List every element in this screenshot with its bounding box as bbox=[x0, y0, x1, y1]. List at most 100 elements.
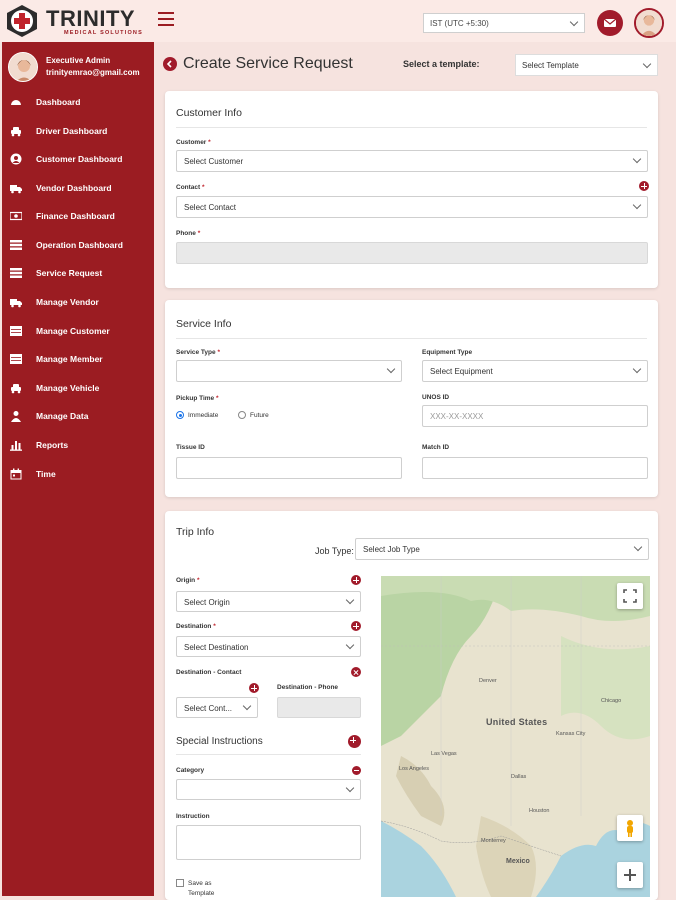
destination-contact-select[interactable]: Select Cont... bbox=[176, 697, 258, 718]
page-title: Create Service Request bbox=[183, 55, 353, 72]
sidebar-item-label: Reports bbox=[36, 440, 69, 450]
sidebar-item-time[interactable]: Time bbox=[10, 464, 152, 484]
job-type-select[interactable]: Select Job Type bbox=[355, 538, 649, 560]
equipment-type-label: Equipment Type bbox=[422, 349, 473, 356]
service-info-title: Service Info bbox=[176, 318, 232, 330]
back-arrow-icon[interactable] bbox=[163, 57, 177, 71]
tissue-id-input[interactable] bbox=[176, 457, 402, 479]
destination-select[interactable]: Select Destination bbox=[176, 636, 361, 657]
unos-id-input[interactable]: XXX-XX-XXXX bbox=[422, 405, 648, 427]
phone-field[interactable] bbox=[176, 242, 648, 264]
add-instruction-icon[interactable] bbox=[348, 735, 361, 748]
template-value: Select Template bbox=[522, 61, 579, 70]
match-id-input[interactable] bbox=[422, 457, 648, 479]
fullscreen-icon bbox=[623, 589, 637, 603]
map-city-label: Kansas City bbox=[556, 731, 586, 737]
avatar-image-icon bbox=[636, 10, 662, 36]
remove-destination-icon[interactable] bbox=[351, 667, 361, 677]
sidebar-item-driver-dashboard[interactable]: Driver Dashboard bbox=[10, 121, 152, 141]
origin-select[interactable]: Select Origin bbox=[176, 591, 361, 612]
service-info-card: Service Info Service Type * Equipment Ty… bbox=[165, 300, 658, 497]
sidebar-item-service-request[interactable]: Service Request bbox=[10, 263, 152, 283]
add-contact-icon[interactable] bbox=[639, 181, 649, 191]
add-destination-icon[interactable] bbox=[351, 621, 361, 631]
equipment-type-select[interactable]: Select Equipment bbox=[422, 360, 648, 382]
sidebar-item-manage-vehicle[interactable]: Manage Vehicle bbox=[10, 378, 152, 398]
timezone-value: IST (UTC +5:30) bbox=[430, 19, 489, 28]
origin-value: Select Origin bbox=[184, 598, 230, 607]
phone-label: Phone * bbox=[176, 230, 201, 237]
list-icon bbox=[10, 268, 22, 278]
pickup-future-label: Future bbox=[250, 412, 269, 419]
chevron-down-icon bbox=[387, 366, 395, 374]
sidebar-item-customer-dashboard[interactable]: Customer Dashboard bbox=[10, 149, 152, 169]
pickup-immediate-radio[interactable] bbox=[176, 411, 184, 419]
logo-text: TRINITY bbox=[46, 6, 136, 31]
user-icon bbox=[11, 411, 21, 422]
instruction-label: Instruction bbox=[176, 813, 210, 820]
sidebar-item-manage-customer[interactable]: Manage Customer bbox=[10, 321, 152, 341]
map-city-label: Chicago bbox=[601, 698, 622, 704]
map-country-label: United States bbox=[486, 717, 548, 727]
mail-button[interactable] bbox=[597, 10, 623, 36]
sidebar: Executive Admin trinityemrao@gmail.com D… bbox=[2, 42, 154, 896]
map-city-label: Houston bbox=[529, 808, 550, 814]
sidebar-item-label: Manage Vehicle bbox=[36, 383, 100, 393]
category-label: Category bbox=[176, 767, 205, 774]
pickup-future-radio[interactable] bbox=[238, 411, 246, 419]
chevron-down-icon bbox=[346, 597, 354, 605]
category-select[interactable] bbox=[176, 779, 361, 800]
customer-select[interactable]: Select Customer bbox=[176, 150, 648, 172]
sidebar-item-label: Driver Dashboard bbox=[36, 126, 108, 136]
timezone-select[interactable]: IST (UTC +5:30) bbox=[423, 13, 585, 33]
sidebar-item-label: Customer Dashboard bbox=[36, 154, 123, 164]
sidebar-profile[interactable]: Executive Admin trinityemrao@gmail.com bbox=[8, 52, 154, 88]
top-bar: TRINITY MEDICAL SOLUTIONS IST (UTC +5:30… bbox=[0, 0, 676, 42]
sidebar-item-reports[interactable]: Reports bbox=[10, 435, 152, 455]
truck-icon bbox=[10, 185, 22, 194]
pegman-button[interactable] bbox=[617, 815, 643, 841]
chevron-down-icon bbox=[633, 156, 641, 164]
zoom-in-button[interactable] bbox=[617, 862, 643, 888]
sidebar-item-label: Service Request bbox=[36, 268, 103, 278]
list-icon bbox=[10, 240, 22, 250]
sidebar-item-label: Operation Dashboard bbox=[36, 240, 123, 250]
add-destination-contact-icon[interactable] bbox=[249, 683, 259, 693]
sidebar-item-manage-vendor[interactable]: Manage Vendor bbox=[10, 292, 152, 312]
remove-instruction-icon[interactable] bbox=[352, 766, 361, 775]
instruction-textarea[interactable] bbox=[176, 825, 361, 860]
sidebar-item-vendor-dashboard[interactable]: Vendor Dashboard bbox=[10, 178, 152, 198]
map-terrain bbox=[381, 576, 650, 897]
sidebar-item-finance-dashboard[interactable]: Finance Dashboard bbox=[10, 206, 152, 226]
menu-toggle-icon[interactable] bbox=[158, 12, 174, 26]
sidebar-item-label: Vendor Dashboard bbox=[36, 183, 112, 193]
map-city-label: Denver bbox=[479, 678, 497, 684]
trinity-logo[interactable]: TRINITY MEDICAL SOLUTIONS bbox=[4, 4, 154, 38]
add-origin-icon[interactable] bbox=[351, 575, 361, 585]
dashboard-icon bbox=[11, 100, 21, 105]
template-select[interactable]: Select Template bbox=[515, 54, 658, 76]
divider bbox=[176, 338, 647, 339]
destination-contact-value: Select Cont... bbox=[184, 704, 233, 713]
fullscreen-button[interactable] bbox=[617, 583, 643, 609]
save-template-checkbox[interactable] bbox=[176, 879, 184, 887]
service-type-select[interactable] bbox=[176, 360, 402, 382]
user-avatar[interactable] bbox=[634, 8, 664, 38]
sidebar-item-dashboard[interactable]: Dashboard bbox=[10, 92, 152, 112]
sidebar-item-manage-data[interactable]: Manage Data bbox=[10, 406, 152, 426]
profile-avatar-icon bbox=[9, 53, 37, 81]
contact-select[interactable]: Select Contact bbox=[176, 196, 648, 218]
destination-phone-field[interactable] bbox=[277, 697, 361, 718]
sidebar-item-manage-member[interactable]: Manage Member bbox=[10, 349, 152, 369]
bar-chart-icon bbox=[10, 441, 22, 451]
trip-map[interactable]: United States Denver Las Vegas Los Angel… bbox=[381, 576, 650, 897]
pickup-time-label: Pickup Time * bbox=[176, 395, 219, 402]
customer-label: Customer * bbox=[176, 139, 211, 146]
table-icon bbox=[10, 354, 22, 364]
plus-icon bbox=[624, 869, 636, 881]
sidebar-item-operation-dashboard[interactable]: Operation Dashboard bbox=[10, 235, 152, 255]
trip-info-card: Trip Info Job Type: Select Job Type Orig… bbox=[165, 511, 658, 900]
money-icon bbox=[10, 211, 22, 221]
arrow-left-icon bbox=[166, 60, 172, 68]
destination-phone-label: Destination - Phone bbox=[277, 684, 339, 691]
